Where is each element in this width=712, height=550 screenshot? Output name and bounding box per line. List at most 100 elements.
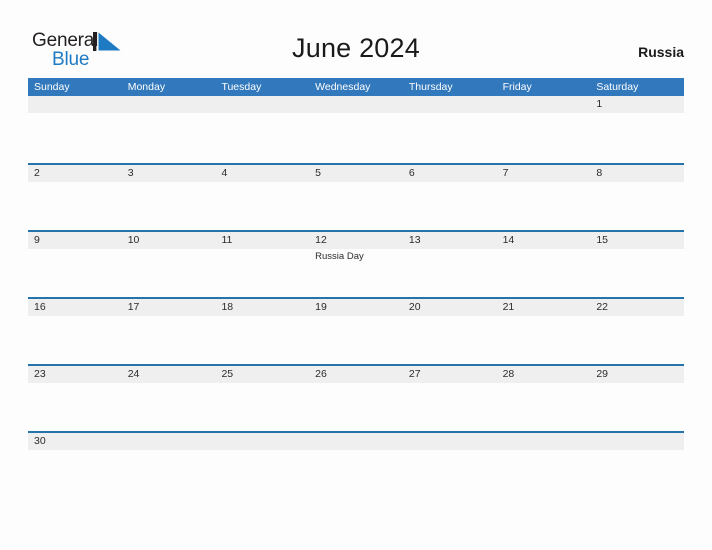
weekday-header-saturday: Saturday [596,81,639,93]
day-number: 12 [315,234,327,246]
calendar-day-cell[interactable]: 12 Russia Day [309,232,403,297]
day-number: 21 [502,301,515,313]
calendar-day-cell-empty [215,96,309,163]
calendar-day-cell-empty [215,433,309,498]
day-number: 24 [127,368,140,380]
calendar-week-cells: 23 24 25 26 27 28 29 [28,366,684,431]
day-number: 16 [34,301,46,313]
calendar-day-cell[interactable]: 23 [28,366,122,431]
calendar-grid: Sunday Monday Tuesday Wednesday Thursday… [28,78,684,498]
day-number: 1 [596,98,603,110]
day-number: 25 [221,368,234,380]
page-title: June 2024 [292,33,420,63]
day-number: 10 [127,234,140,246]
calendar-day-cell[interactable]: 27 [403,366,497,431]
page-header: General Blue June 2024 Russia [0,0,712,76]
calendar-day-cell[interactable]: 8 [590,165,684,230]
day-events: Russia Day [315,249,401,263]
day-number: 7 [502,167,509,179]
calendar-day-cell[interactable]: 24 [122,366,216,431]
calendar-day-cell[interactable]: 5 [309,165,403,230]
day-number: 4 [221,167,228,179]
calendar-day-cell[interactable]: 11 [215,232,309,297]
calendar-day-cell-empty [497,433,591,498]
day-number: 13 [408,234,421,246]
calendar-day-cell[interactable]: 9 [28,232,122,297]
calendar-day-cell[interactable]: 21 [497,299,591,364]
day-number: 2 [34,167,40,179]
calendar-day-cell-empty [497,96,591,163]
calendar-day-cell[interactable]: 26 [309,366,403,431]
calendar-day-cell-empty [309,433,403,498]
country-label: Russia [638,44,684,60]
day-number: 26 [315,368,327,380]
calendar-page: General Blue June 2024 Russia Sunday Mon… [0,0,712,550]
day-number: 5 [315,167,321,179]
calendar-day-cell[interactable]: 10 [122,232,216,297]
day-number: 23 [34,368,46,380]
calendar-day-cell[interactable]: 18 [215,299,309,364]
weekday-header-friday: Friday [502,81,532,93]
day-number: 27 [408,368,421,380]
holiday-event: Russia Day [315,251,364,262]
calendar-week-row: 16 17 18 19 20 21 22 [28,297,684,364]
calendar-day-cell[interactable]: 29 [590,366,684,431]
weekday-header-sunday: Sunday [34,81,70,93]
weekday-header-thursday: Thursday [408,81,453,93]
calendar-week-row: 2 3 4 5 6 7 8 [28,163,684,230]
calendar-day-cell[interactable]: 30 [28,433,122,498]
day-number: 11 [221,234,233,246]
calendar-day-cell[interactable]: 19 [309,299,403,364]
calendar-week-row: 1 [28,96,684,163]
calendar-day-cell[interactable]: 15 [590,232,684,297]
day-number: 14 [502,234,515,246]
day-number: 28 [502,368,515,380]
weekday-header-row: Sunday Monday Tuesday Wednesday Thursday… [28,78,684,96]
day-number: 15 [596,234,608,246]
calendar-day-cell[interactable]: 22 [590,299,684,364]
weekday-header-wednesday: Wednesday [315,81,371,93]
day-number: 9 [34,234,40,246]
calendar-day-cell[interactable]: 4 [215,165,309,230]
calendar-week-row: 9 10 11 12 Russia Day 13 14 15 [28,230,684,297]
calendar-week-row: 23 24 25 26 27 28 29 [28,364,684,431]
calendar-day-cell-empty [403,96,497,163]
calendar-week-cells: 1 [28,96,684,163]
calendar-week-row: 30 [28,431,684,498]
day-number: 19 [315,301,327,313]
calendar-day-cell[interactable]: 14 [497,232,591,297]
calendar-day-cell[interactable]: 17 [122,299,216,364]
calendar-day-cell[interactable]: 3 [122,165,216,230]
calendar-day-cell-empty [28,96,122,163]
day-number: 8 [596,167,603,179]
calendar-day-cell[interactable]: 25 [215,366,309,431]
day-number: 30 [34,435,46,447]
calendar-week-cells: 30 [28,433,684,498]
calendar-day-cell-empty [309,96,403,163]
calendar-day-cell-empty [403,433,497,498]
day-number: 6 [408,167,415,179]
calendar-day-cell[interactable]: 2 [28,165,122,230]
calendar-day-cell-empty [122,433,216,498]
weekday-header-monday: Monday [127,81,166,93]
day-number: 22 [596,301,608,313]
day-number: 17 [127,301,140,313]
calendar-weeks: 1 2 3 4 5 6 7 8 9 10 11 12 Russia Day 13 14 15 16 17 18 19 2… [28,96,684,498]
calendar-day-cell-empty [590,433,684,498]
calendar-day-cell[interactable]: 1 [590,96,684,163]
calendar-day-cell[interactable]: 28 [497,366,591,431]
calendar-day-cell[interactable]: 13 [403,232,497,297]
weekday-header-tuesday: Tuesday [221,81,262,93]
calendar-day-cell[interactable]: 20 [403,299,497,364]
calendar-day-cell-empty [122,96,216,163]
calendar-day-cell[interactable]: 7 [497,165,591,230]
day-number: 18 [221,301,234,313]
calendar-week-cells: 16 17 18 19 20 21 22 [28,299,684,364]
calendar-week-cells: 2 3 4 5 6 7 8 [28,165,684,230]
day-number: 20 [408,301,421,313]
calendar-day-cell[interactable]: 16 [28,299,122,364]
calendar-week-cells: 9 10 11 12 Russia Day 13 14 15 [28,232,684,297]
day-number: 29 [596,368,608,380]
calendar-day-cell[interactable]: 6 [403,165,497,230]
day-number: 3 [127,167,134,179]
